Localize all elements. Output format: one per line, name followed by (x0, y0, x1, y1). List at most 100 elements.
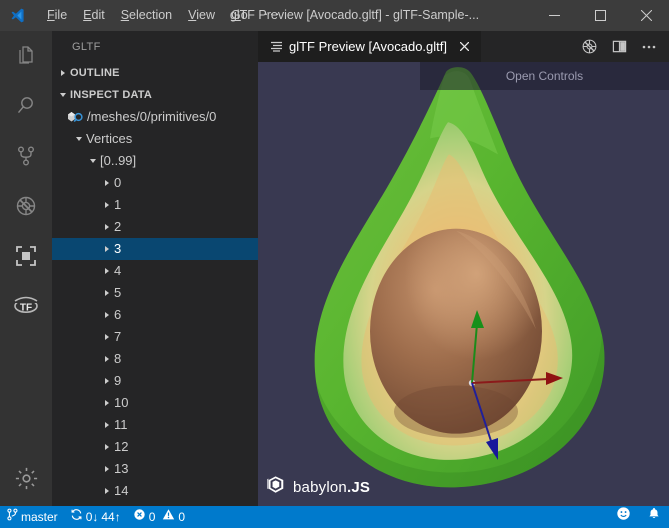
menu-file-rest: ile (54, 8, 68, 22)
tree-row-label: 0 (114, 175, 122, 190)
menu-view[interactable]: View (180, 0, 223, 31)
chevron-right-icon[interactable] (100, 224, 114, 230)
chevron-right-icon[interactable] (100, 400, 114, 406)
chevron-right-icon[interactable] (100, 466, 114, 472)
inspect-data-tree[interactable]: /meshes/0/primitives/0 Vertices [0..99] 0 1… (52, 106, 258, 506)
tree-row-label: 4 (114, 263, 122, 278)
workbench-body: TF GLTF OUTLINE INSPECT DATA /meshes/0/p… (0, 31, 669, 506)
tree-row[interactable]: 3 (52, 238, 258, 260)
activity-item-source-control[interactable] (0, 131, 52, 181)
open-controls-banner[interactable]: Open Controls (420, 62, 669, 90)
tree-row[interactable]: 10 (52, 392, 258, 414)
title-bar: File Edit Selection View Go ··· glTF Pre… (0, 0, 669, 31)
status-feedback[interactable] (608, 506, 639, 528)
menu-go-rest: o (240, 8, 248, 22)
chevron-right-icon[interactable] (100, 202, 114, 208)
babylon-watermark: babylon.JS (266, 475, 370, 500)
status-sync[interactable]: 0↓ 44↑ (64, 506, 127, 528)
status-bar: master 0↓ 44↑ 0 0 (0, 506, 669, 528)
tree-row[interactable]: 6 (52, 304, 258, 326)
status-error-count: 0 (148, 510, 156, 524)
vscode-window: File Edit Selection View Go ··· glTF Pre… (0, 0, 669, 528)
chevron-right-icon[interactable] (100, 334, 114, 340)
menu-more-button[interactable]: ··· (256, 0, 289, 31)
tab-gltf-preview[interactable]: glTF Preview [Avocado.gltf] (258, 31, 482, 62)
tree-row[interactable]: 12 (52, 436, 258, 458)
sidebar-section-inspect-data[interactable]: INSPECT DATA (52, 84, 258, 106)
tree-row[interactable]: 0 (52, 172, 258, 194)
editor-group: glTF Preview [Avocado.gltf] Open Control… (258, 31, 669, 506)
tree-row[interactable]: 9 (52, 370, 258, 392)
activity-item-tensorflow[interactable]: TF (0, 281, 52, 331)
activity-item-manage[interactable] (0, 456, 52, 506)
chevron-down-icon[interactable] (72, 137, 86, 141)
smiley-icon (616, 506, 631, 528)
babylon-watermark-text: babylon.JS (293, 479, 370, 496)
menu-file-mnemonic: F (47, 8, 55, 22)
minimize-icon[interactable] (531, 0, 577, 31)
tree-row[interactable]: 8 (52, 348, 258, 370)
tab-close-icon[interactable] (456, 39, 472, 55)
babylon-cube-icon (266, 475, 286, 500)
menu-edit[interactable]: Edit (75, 0, 113, 31)
menu-file[interactable]: File (39, 0, 75, 31)
ellipsis-icon[interactable] (635, 31, 663, 62)
tree-row[interactable]: 2 (52, 216, 258, 238)
tree-row[interactable]: Vertices (52, 128, 258, 150)
activity-item-run-and-debug[interactable] (0, 181, 52, 231)
chevron-down-icon[interactable] (86, 159, 100, 163)
activity-item-explorer[interactable] (0, 31, 52, 81)
tree-row[interactable]: 13 (52, 458, 258, 480)
tree-row[interactable]: 11 (52, 414, 258, 436)
tree-row[interactable]: [0..99] (52, 150, 258, 172)
tree-row[interactable]: 1 (52, 194, 258, 216)
close-icon[interactable] (623, 0, 669, 31)
chevron-right-icon[interactable] (100, 422, 114, 428)
error-icon (133, 506, 146, 528)
chevron-right-icon[interactable] (100, 290, 114, 296)
tree-row[interactable]: 7 (52, 326, 258, 348)
tree-row-label: 3 (114, 241, 122, 256)
sidebar: GLTF OUTLINE INSPECT DATA /meshes/0/prim… (52, 31, 258, 506)
status-problems[interactable]: 0 0 (127, 506, 191, 528)
status-branch[interactable]: master (0, 506, 64, 528)
tree-rows-container: Vertices [0..99] 0 1 2 3 4 5 6 7 8 9 10 11 12 13 14 (52, 128, 258, 502)
mesh-inspect-icon (66, 110, 84, 124)
files-icon (14, 44, 38, 68)
chevron-right-icon[interactable] (100, 356, 114, 362)
chevron-right-icon[interactable] (100, 444, 114, 450)
menu-selection-rest: election (129, 8, 173, 22)
chevron-right-icon[interactable] (100, 268, 114, 274)
gltf-cube-icon (14, 244, 38, 268)
tree-row[interactable]: 5 (52, 282, 258, 304)
tree-row-label: [0..99] (100, 153, 137, 168)
sidebar-section-outline[interactable]: OUTLINE (52, 62, 258, 84)
chevron-right-icon[interactable] (100, 312, 114, 318)
chevron-right-icon[interactable] (100, 246, 114, 252)
tree-row-label: 9 (114, 373, 122, 388)
tree-row[interactable]: 14 (52, 480, 258, 502)
status-notifications[interactable] (639, 506, 669, 528)
warning-icon (162, 506, 175, 528)
babylon-viewport[interactable]: Open Controls babylon.JS (258, 62, 669, 506)
tree-row-label: 1 (114, 197, 122, 212)
chevron-right-icon[interactable] (100, 378, 114, 384)
split-editor-icon[interactable] (605, 31, 633, 62)
tree-row[interactable]: 4 (52, 260, 258, 282)
activity-item-gltf-tools[interactable] (0, 231, 52, 281)
tab-label: glTF Preview [Avocado.gltf] (289, 39, 447, 54)
menu-selection[interactable]: Selection (113, 0, 180, 31)
maximize-icon[interactable] (577, 0, 623, 31)
menu-go[interactable]: Go (223, 0, 256, 31)
status-warning-count: 0 (178, 510, 186, 524)
babylon-suffix: JS (351, 479, 371, 496)
chevron-right-icon[interactable] (100, 180, 114, 186)
chevron-right-icon[interactable] (100, 488, 114, 494)
tree-row-label: 6 (114, 307, 122, 322)
window-controls (531, 0, 669, 31)
preview-lines-icon (270, 40, 283, 53)
editor-tab-actions (575, 31, 669, 62)
activity-item-search[interactable] (0, 81, 52, 131)
tree-row-mesh-path[interactable]: /meshes/0/primitives/0 (52, 106, 258, 128)
compass-slash-icon[interactable] (575, 31, 603, 62)
